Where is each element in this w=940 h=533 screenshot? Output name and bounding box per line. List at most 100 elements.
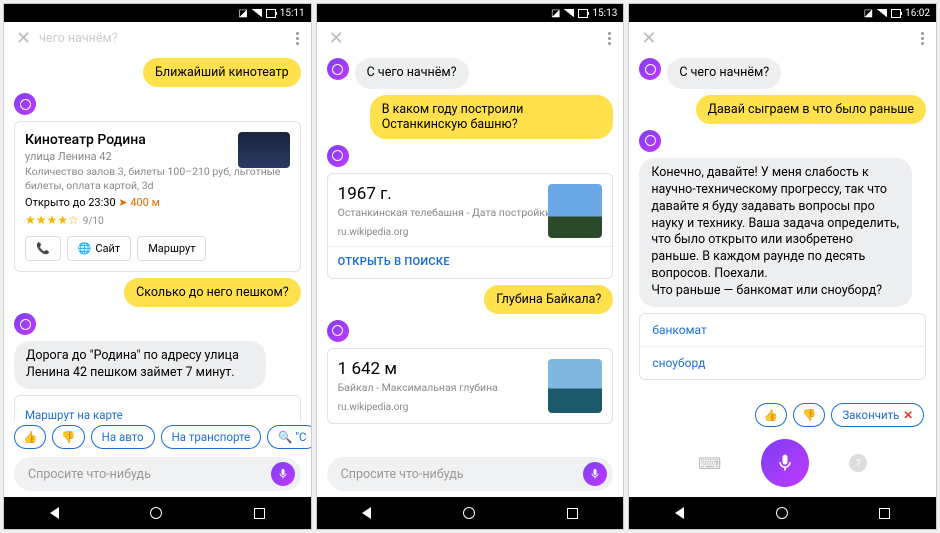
close-icon[interactable]: ✕: [16, 28, 31, 49]
back-button[interactable]: [362, 507, 371, 519]
back-button[interactable]: [50, 507, 59, 519]
fact-thumbnail: [548, 184, 602, 238]
header-hint: чего начнём?: [39, 31, 296, 46]
status-bar: ◪ 16:02: [629, 4, 936, 22]
status-bar: ◪ 15:11: [4, 4, 311, 22]
android-nav: [629, 497, 936, 529]
site-button[interactable]: 🌐 Сайт: [67, 236, 132, 261]
cinema-open: Открыто до 23:30 ➤ 400 м: [25, 196, 290, 209]
mic-button-large[interactable]: [761, 439, 809, 487]
help-icon[interactable]: ?: [849, 454, 867, 472]
suggestion-chips: 👍 👎 Закончить ✕: [629, 399, 936, 431]
bot-row: [327, 320, 614, 342]
user-message[interactable]: Ближайший кинотеатр: [143, 58, 301, 87]
more-icon[interactable]: [608, 32, 611, 45]
alice-avatar: [327, 145, 349, 167]
battery-icon: [578, 9, 588, 18]
close-icon[interactable]: ✕: [329, 28, 344, 49]
finish-chip[interactable]: Закончить ✕: [831, 403, 924, 427]
more-icon[interactable]: [296, 32, 299, 45]
cinema-thumbnail: [238, 132, 290, 168]
alice-avatar: [327, 58, 349, 80]
signal-icon: [564, 9, 574, 17]
signal-icon: [877, 9, 887, 17]
home-button[interactable]: [463, 507, 475, 519]
alice-avatar: [327, 320, 349, 342]
more-icon[interactable]: [921, 32, 924, 45]
keyboard-icon[interactable]: ⌨: [698, 454, 721, 473]
input-bar[interactable]: Спросите что-нибудь: [14, 457, 301, 491]
mic-button[interactable]: [271, 462, 295, 486]
bot-row: С чего начнём?: [639, 58, 926, 89]
phone-screen-3: ◪ 16:02 ✕ С чего начнём? Давай сыграем в…: [628, 3, 937, 530]
chat-body: Ближайший кинотеатр Кинотеатр Родина ули…: [4, 54, 311, 421]
bot-row: [14, 313, 301, 335]
bot-message: С чего начнём?: [667, 58, 781, 89]
alice-avatar: [14, 313, 36, 335]
route-link[interactable]: Маршрут на карте: [25, 408, 123, 421]
battery-icon: [891, 9, 901, 18]
bot-row: [14, 93, 301, 115]
quick-reply-option[interactable]: банкомат: [640, 314, 925, 346]
phone-screen-2: ◪ 15:13 ✕ С чего начнём? В каком году по…: [316, 3, 625, 530]
quick-replies: банкомат сноуборд: [639, 313, 926, 380]
thumbs-down-chip[interactable]: 👎: [52, 425, 84, 449]
user-message[interactable]: Сколько до него пешком?: [124, 278, 301, 307]
status-time: 15:11: [280, 8, 305, 19]
fact-thumbnail: [548, 359, 602, 413]
chat-body: С чего начнём? Давай сыграем в что было …: [629, 54, 936, 399]
cinema-details: Количество залов 3, билеты 100–210 руб, …: [25, 165, 290, 192]
home-button[interactable]: [150, 507, 162, 519]
card-actions: 📞 🌐 Сайт Маршрут: [25, 236, 290, 261]
suggestion-chips: 👍 👎 На авто На транспорте 🔍 "С: [4, 421, 311, 453]
phone-screen-1: ◪ 15:11 ✕ чего начнём? Ближайший кинотеа…: [3, 3, 312, 530]
bot-row: [639, 130, 926, 152]
fact-card[interactable]: 1 642 м Байкал - Максимальная глубина ru…: [327, 348, 614, 424]
rating-value: 9/10: [83, 216, 104, 227]
star-icons: ★★★★☆: [25, 213, 79, 227]
cinema-card[interactable]: Кинотеатр Родина улица Ленина 42 Количес…: [14, 121, 301, 272]
thumbs-up-chip[interactable]: 👍: [14, 425, 46, 449]
user-message[interactable]: Давай сыграем в что было раньше: [696, 95, 926, 124]
input-bar[interactable]: Спросите что-нибудь: [327, 457, 614, 491]
chat-header: ✕: [629, 22, 936, 54]
bot-message: Конечно, давайте! У меня слабость к науч…: [639, 158, 911, 307]
call-button[interactable]: 📞: [25, 236, 61, 261]
bot-row: С чего начнём?: [327, 58, 614, 89]
recents-button[interactable]: [879, 508, 890, 519]
back-button[interactable]: [675, 507, 684, 519]
close-red-icon: ✕: [903, 408, 913, 422]
open-in-search[interactable]: ОТКРЫТЬ В ПОИСКЕ: [338, 255, 603, 268]
user-message[interactable]: Глубина Байкала?: [484, 285, 613, 314]
route-card[interactable]: Маршрут на карте: [14, 395, 301, 421]
chat-header: ✕ чего начнём?: [4, 22, 311, 54]
alice-avatar: [639, 58, 661, 80]
rating-row: ★★★★☆ 9/10: [25, 209, 290, 228]
route-button[interactable]: Маршрут: [137, 236, 206, 261]
bot-message: С чего начнём?: [355, 58, 469, 89]
bot-row: [327, 145, 614, 167]
android-nav: [317, 497, 624, 529]
close-icon[interactable]: ✕: [641, 28, 656, 49]
thumbs-down-chip[interactable]: 👎: [793, 403, 825, 427]
thumbs-up-chip[interactable]: 👍: [755, 403, 787, 427]
open-hours: Открыто до 23:30: [25, 196, 116, 209]
chip-auto[interactable]: На авто: [91, 425, 155, 449]
fact-card[interactable]: 1967 г. Останкинская телебашня - Дата по…: [327, 173, 614, 279]
distance: ➤ 400 м: [118, 196, 159, 209]
status-time: 16:02: [905, 8, 930, 19]
quick-reply-option[interactable]: сноуборд: [640, 346, 925, 379]
chip-search[interactable]: 🔍 "С: [267, 425, 310, 449]
chip-transport[interactable]: На транспорте: [161, 425, 262, 449]
recents-button[interactable]: [567, 508, 578, 519]
home-button[interactable]: [776, 507, 788, 519]
battery-icon: [266, 9, 276, 18]
no-sim-icon: ◪: [238, 8, 247, 19]
android-nav: [4, 497, 311, 529]
mic-button[interactable]: [583, 462, 607, 486]
alice-avatar: [14, 93, 36, 115]
status-bar: ◪ 15:13: [317, 4, 624, 22]
user-message[interactable]: В каком году построили Останкинскую башн…: [370, 95, 614, 139]
recents-button[interactable]: [254, 508, 265, 519]
voice-input-bar: ⌨ ?: [629, 431, 936, 497]
